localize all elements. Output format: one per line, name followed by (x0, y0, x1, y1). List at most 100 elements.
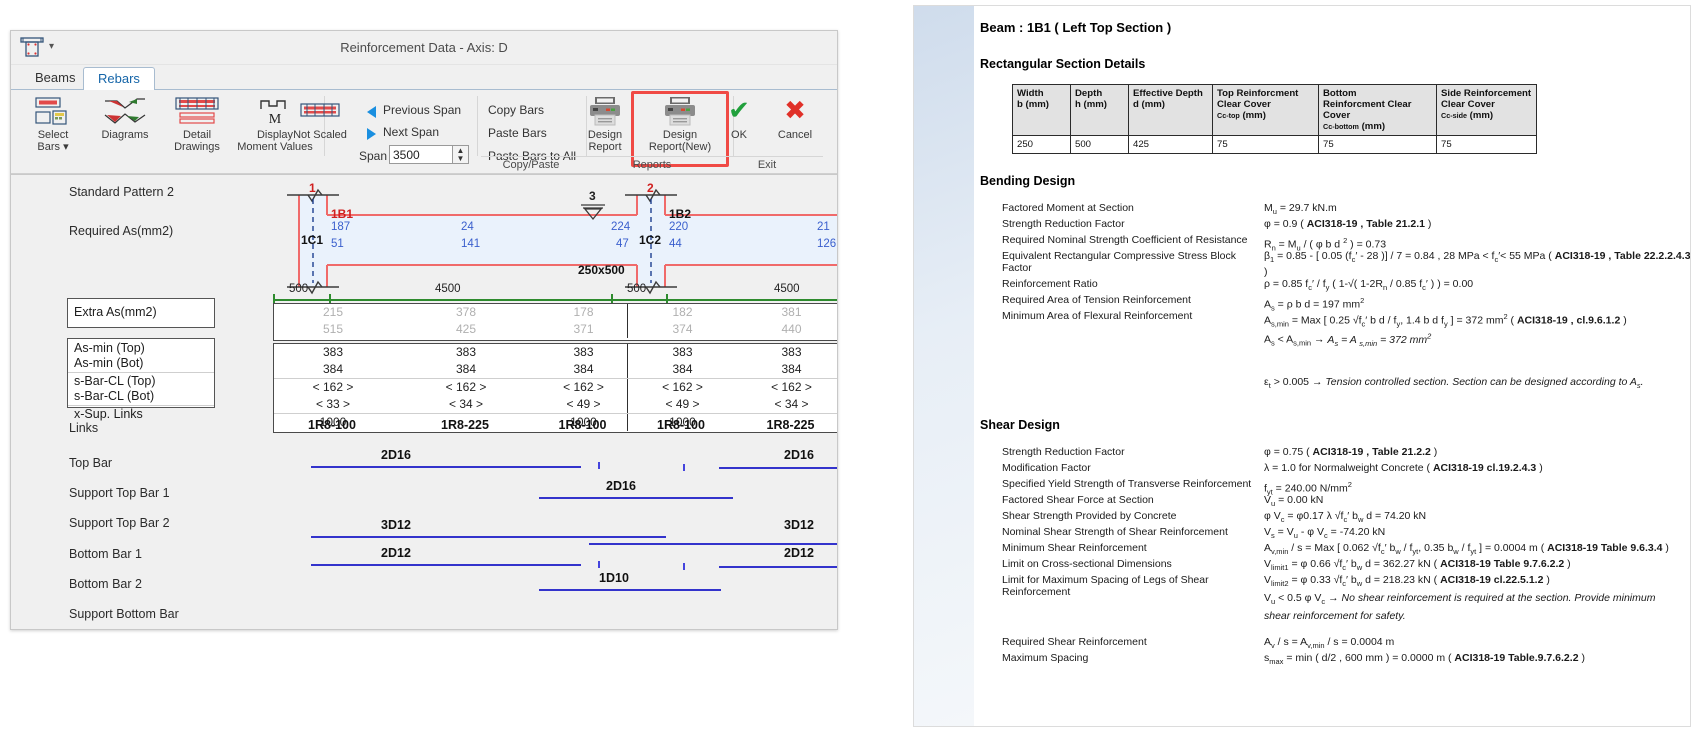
shear-value-0: φ = 0.75 ( ACI318-19 , Table 21.2.2 ) (1264, 446, 1438, 458)
extra-as-top-row: 215 378 178 182 381 (274, 304, 837, 321)
stepper-down-icon[interactable]: ▼ (453, 155, 468, 163)
column-label-1c2: 1C2 (639, 233, 662, 247)
extra-as-top-1: 215 (322, 305, 344, 319)
bending-label-2: Required Nominal Strength Coefficient of… (1002, 234, 1248, 246)
detail-line1: Detail (182, 129, 212, 141)
group-divider-2 (477, 96, 478, 156)
shear-label-4: Shear Strength Provided by Concrete (1002, 510, 1177, 522)
reports-group-label: Reports (632, 159, 672, 171)
top-bar-left-line[interactable] (311, 466, 581, 468)
links-value-5: 1R8-225 (766, 418, 815, 432)
top-bar-right-line[interactable] (719, 467, 837, 469)
top-bar-right-text: 2D16 (784, 448, 814, 462)
support-top-bar-1-line[interactable] (539, 497, 733, 499)
span-stepper[interactable]: ▲ ▼ (453, 145, 469, 164)
shear-label-3: Factored Shear Force at Section (1002, 494, 1154, 506)
cancel-label: Cancel (777, 129, 813, 141)
node-label-2: 2 (647, 181, 654, 195)
sbar-bot-3: < 49 > (566, 397, 601, 411)
select-bars-button[interactable]: Select Bars ▾ (17, 93, 89, 155)
paste-bars-button[interactable]: Paste Bars (488, 126, 547, 140)
extra-as-bot-2: 425 (455, 322, 477, 336)
bottom-bar-2-left-line[interactable] (311, 564, 581, 566)
shear-label-0: Strength Reduction Factor (1002, 446, 1125, 458)
th-side-cover: Side Reinforcement Clear Cover Cc-side (… (1436, 84, 1537, 136)
shear-value-5: Vs = Vu - φ Vc = -74.20 kN (1264, 526, 1386, 541)
label-standard-pattern: Standard Pattern 2 (69, 185, 174, 199)
diagrams-button[interactable]: Diagrams (89, 93, 161, 155)
th-top-cover: Top Reinforcment Clear Cover Cc-top (mm) (1212, 84, 1319, 136)
th-botcover-l2: Reinforcment Clear (1323, 99, 1412, 110)
beam-elevation-diagram[interactable]: 1 2 3 1C1 1C2 1B1 1B2 250x500 187 24 224… (271, 181, 837, 295)
close-icon: ✖ (784, 95, 806, 125)
tab-rebars[interactable]: Rebars (83, 67, 155, 91)
shear-label-1: Modification Factor (1002, 462, 1091, 474)
bending-value-4: ρ = 0.85 fc′ / fy ( 1-√( 1-2Rn / 0.85 fc… (1264, 278, 1474, 293)
bending-label-6: Minimum Area of Flexural Reinforcement (1002, 310, 1193, 322)
label-bottom-bar-2: Bottom Bar 2 (69, 577, 142, 591)
cancel-button[interactable]: ✖ Cancel (767, 93, 823, 155)
required-as-top-2: 24 (461, 221, 474, 233)
td-depth: 500 (1070, 135, 1129, 154)
label-group-asmin: As-min (Top) As-min (Bot) s-Bar-CL (Top)… (67, 338, 215, 421)
td-bottom-cover: 75 (1318, 135, 1437, 154)
required-as-bot-3: 47 (616, 238, 629, 250)
support-bottom-bar-text: 1D10 (599, 571, 629, 585)
design-report-label: Design Report (577, 129, 633, 153)
diagrams-icon (89, 95, 161, 127)
node-label-1: 1 (309, 181, 316, 195)
shear-value-8: Vlimit2 = φ 0.33 √fc′ bw d = 218.23 kN (… (1264, 574, 1550, 589)
sbar-bot-4: < 49 > (627, 396, 737, 413)
extra-as-top-3: 178 (573, 305, 594, 319)
th-width-l1: Width (1017, 88, 1044, 99)
previous-span-button[interactable]: Previous Span (383, 103, 461, 117)
printer-icon (577, 95, 633, 127)
design-report-panel[interactable]: Beam : 1B1 ( Left Top Section ) Rectangu… (913, 5, 1691, 727)
column-label-1c1: 1C1 (301, 233, 324, 247)
window-title: Reinforcement Data - Axis: D (340, 40, 508, 55)
bending-design-heading: Bending Design (980, 174, 1076, 188)
sbar-bot-1: < 33 > (315, 397, 351, 411)
bending-value-6: As,min = Max [ 0.25 √fc′ b d / fy, 1.4 b… (1264, 312, 1627, 329)
sbar-top-1: < 162 > (312, 380, 354, 394)
copy-bars-button[interactable]: Copy Bars (488, 103, 544, 117)
rebar-canvas[interactable]: Standard Pattern 2 Required As(mm2) Extr… (11, 174, 837, 629)
chevron-down-icon[interactable]: ▾ (63, 141, 69, 153)
next-span-icon[interactable] (367, 128, 376, 140)
th-sidecover-sub: Cc-side (1441, 111, 1467, 120)
extra-as-table[interactable]: 215 378 178 182 381 515 425 371 374 440 (273, 303, 837, 341)
bending-value-3: β1 = 0.85 - [ 0.05 (fc′ - 28 )] / 7 = 0.… (1264, 250, 1691, 279)
bottom-bar-1-right-text: 3D12 (784, 518, 814, 532)
label-bottom-bar-1: Bottom Bar 1 (69, 547, 142, 561)
detail-drawings-button[interactable]: Detail Drawings (161, 93, 233, 155)
top-bar-tick-1 (598, 462, 600, 469)
required-as-bot-2: 141 (461, 238, 481, 250)
sbar-top-5: < 162 > (771, 380, 812, 394)
report-page: Beam : 1B1 ( Left Top Section ) Rectangu… (974, 6, 1691, 726)
previous-span-icon[interactable] (367, 106, 376, 118)
bending-label-0: Factored Moment at Section (1002, 202, 1134, 214)
shear-value-6: Av,min / s = Max [ 0.062 √fc′ bw / fyt, … (1264, 542, 1669, 557)
bottom-bar-1-left-line[interactable] (311, 536, 666, 538)
extra-as-bot-5: 440 (781, 322, 802, 336)
next-span-button[interactable]: Next Span (383, 125, 439, 139)
asmin-bot-row: 384 384 384 384 384 (274, 361, 837, 378)
th-topcover-unit: (mm) (1242, 110, 1266, 121)
bottom-bar-1-right-line[interactable] (589, 543, 837, 545)
copy-paste-underline (481, 156, 581, 157)
sbar-bot-5: < 34 > (774, 397, 809, 411)
bottom-bar-2-right-line[interactable] (719, 566, 837, 568)
reports-underline (577, 156, 727, 157)
td-side-cover: 75 (1436, 135, 1537, 154)
design-report-button[interactable]: Design Report (577, 93, 633, 155)
th-sidecover-unit: (mm) (1469, 110, 1494, 121)
design-report-new-line2: Report(New) (648, 141, 712, 153)
support-bottom-bar-line[interactable] (539, 589, 721, 591)
shear-label-6: Minimum Shear Reinforcement (1002, 542, 1147, 554)
shear2-label-0: Required Shear Reinforcement (1002, 636, 1147, 648)
extra-as-bot-4: 374 (627, 321, 737, 338)
links-value-1: 1R8-100 (308, 418, 356, 432)
tab-beams[interactable]: Beams (21, 67, 89, 91)
ok-button[interactable]: ✔ OK (711, 93, 767, 155)
span-input[interactable] (389, 145, 453, 164)
